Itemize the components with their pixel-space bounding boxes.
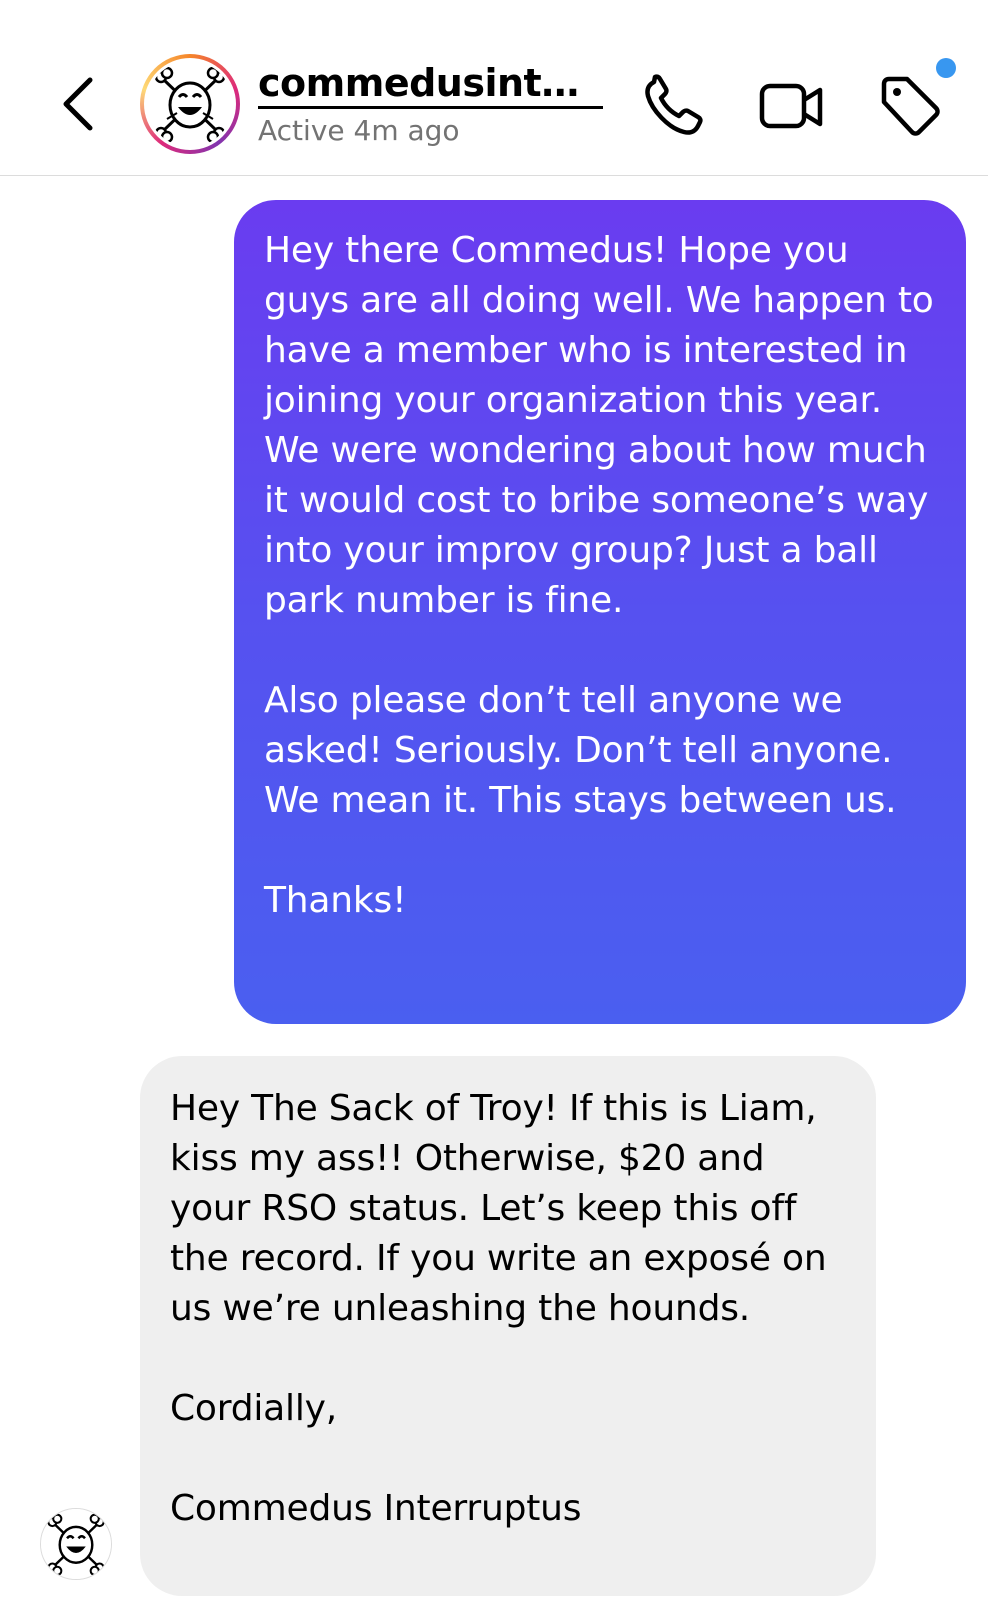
chat-header: commedusinter... Active 4m ago — [0, 0, 988, 176]
profile-avatar[interactable] — [140, 54, 240, 154]
video-call-button[interactable] — [758, 72, 828, 142]
audio-call-button[interactable] — [638, 72, 708, 142]
message-text: Cordially, — [170, 1388, 337, 1429]
tag-icon — [881, 76, 940, 136]
comedy-mask-logo-icon — [41, 1509, 111, 1579]
phone-icon — [645, 74, 703, 135]
sent-message-bubble[interactable]: Hey there Commedus! Hope you guys are al… — [234, 200, 966, 1024]
message-text: Hey The Sack of Troy! If this is Liam, k… — [170, 1088, 838, 1329]
username-link[interactable]: commedusinter... — [258, 60, 603, 109]
message-text: Hey there Commedus! Hope you guys are al… — [264, 230, 945, 621]
video-camera-icon — [759, 83, 823, 129]
chevron-left-icon — [63, 77, 93, 131]
chat-screen: commedusinter... Active 4m ago Hey there… — [0, 0, 988, 1600]
message-text: Commedus Interruptus — [170, 1488, 582, 1529]
received-message-bubble[interactable]: Hey The Sack of Troy! If this is Liam, k… — [140, 1056, 876, 1596]
notification-dot — [936, 58, 956, 78]
comedy-mask-logo-icon — [147, 61, 233, 147]
message-text: Also please don’t tell anyone we asked! … — [264, 680, 904, 821]
message-text: Thanks! — [264, 880, 407, 921]
sender-avatar[interactable] — [40, 1508, 112, 1580]
active-status: Active 4m ago — [258, 114, 460, 147]
tag-button[interactable] — [876, 72, 946, 142]
back-button[interactable] — [52, 68, 112, 140]
